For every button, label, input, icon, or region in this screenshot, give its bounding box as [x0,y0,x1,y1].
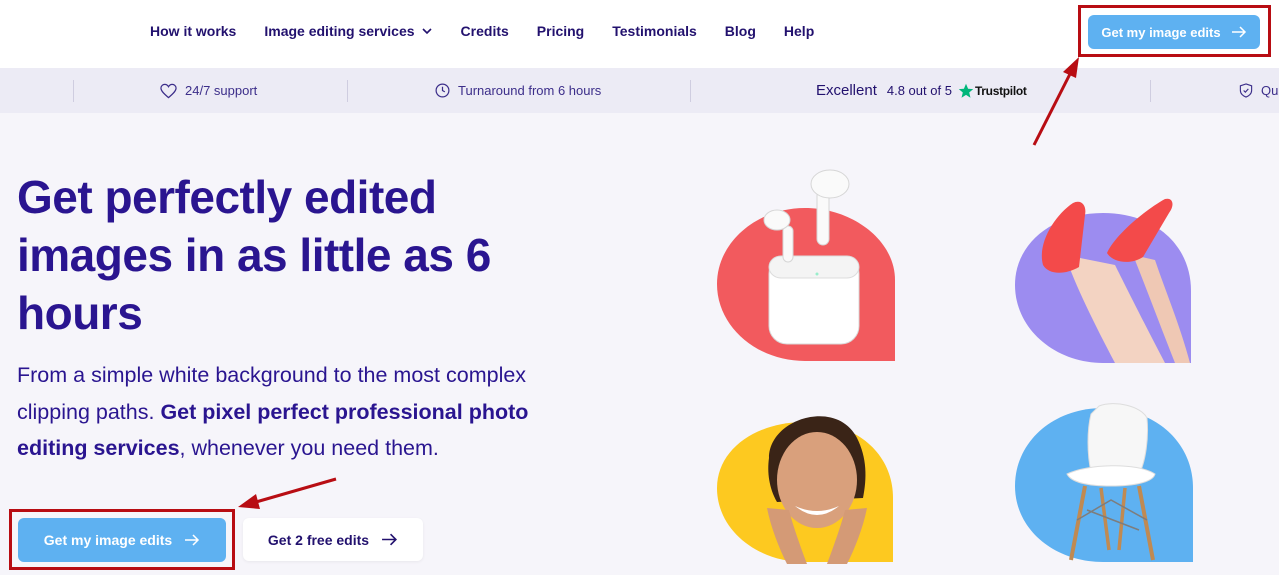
turnaround-text: Turnaround from 6 hours [458,83,602,98]
hero-subtitle: From a simple white background to the mo… [17,357,577,467]
annotation-arrow-main [255,477,337,504]
turnaround-badge: Turnaround from 6 hours [435,68,601,113]
nav-label: Testimonials [612,23,697,39]
button-label: Get my image edits [1101,24,1221,40]
get-free-edits-button[interactable]: Get 2 free edits [243,518,423,561]
star-icon [958,83,974,98]
get-image-edits-button-top[interactable]: Get my image edits [1088,15,1260,49]
woman-portrait-image [717,416,893,564]
airpods-image [717,169,895,361]
nav-label: Blog [724,23,756,39]
subtitle-text: , whenever you need them. [179,436,439,460]
support-badge: 24/7 support [160,68,257,113]
trustpilot-brand: Trustpilot [974,83,1027,98]
nav-how-it-works[interactable]: How it works [150,23,236,39]
nav-links: How it works Image editing services Cred… [150,0,842,62]
support-text: 24/7 support [185,83,258,98]
button-label: Get my image edits [43,532,173,548]
button-label: Get 2 free edits [267,531,370,548]
nav-label: Help [783,23,815,39]
arrow-right-icon [1231,26,1246,38]
nav-label: How it works [150,23,237,39]
red-sneakers-image [1015,198,1191,363]
nav-help[interactable]: Help [784,23,814,39]
nav-label: Credits [460,23,509,39]
clock-icon [435,83,450,98]
quality-badge: Qu [1239,68,1278,113]
nav-pricing[interactable]: Pricing [537,23,584,39]
trust-bar: 24/7 support Turnaround from 6 hours Exc… [0,68,1279,113]
nav-image-editing-services[interactable]: Image editing services [264,23,432,39]
nav-blog[interactable]: Blog [725,23,756,39]
rating-word: Excellent [816,82,877,99]
hero-title: Get perfectly edited images in as little… [17,171,491,339]
arrow-right-icon [382,533,398,546]
nav-testimonials[interactable]: Testimonials [612,23,697,39]
nav-label: Pricing [536,23,585,39]
annotation-box-top: Get my image edits [1078,5,1271,57]
get-image-edits-button[interactable]: Get my image edits [18,518,226,562]
top-navigation: How it works Image editing services Cred… [0,0,1279,68]
divider [1150,80,1151,102]
nav-credits[interactable]: Credits [461,23,509,39]
annotation-arrowhead [238,494,260,509]
rating-score: 4.8 out of 5 [886,83,952,98]
annotation-box-main: Get my image edits [9,509,235,570]
divider [690,80,691,102]
white-chair-image [1015,403,1193,562]
quality-text: Qu [1261,83,1279,98]
nav-label: Image editing services [264,23,415,39]
divider [347,80,348,102]
heart-icon [160,83,177,98]
trustpilot-rating[interactable]: Excellent 4.8 out of 5 Trustpilot [816,68,1027,113]
chevron-down-icon [421,28,432,35]
divider [73,80,74,102]
arrow-right-icon [185,534,200,546]
shield-icon [1239,83,1253,98]
